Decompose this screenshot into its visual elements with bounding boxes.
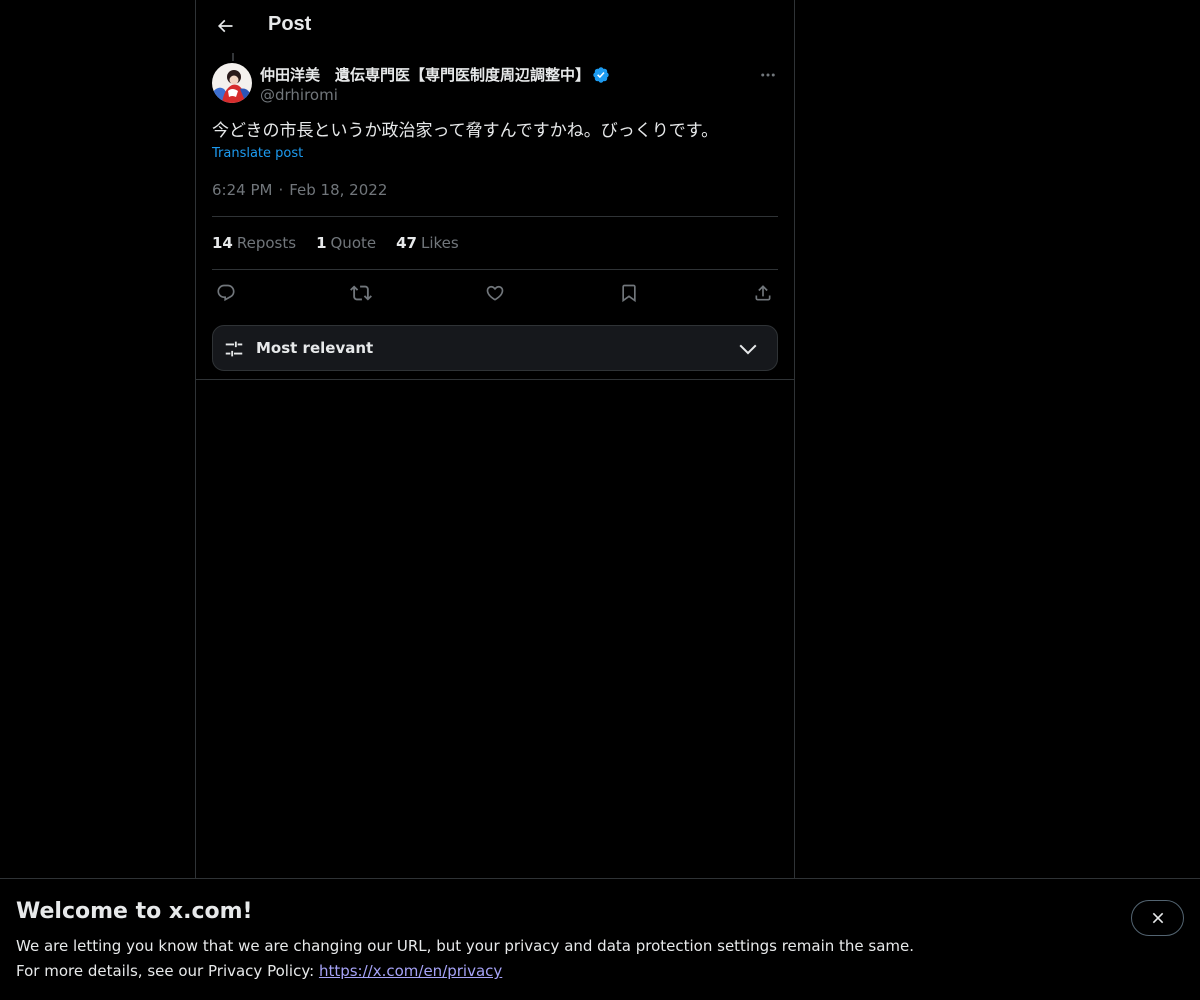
reposts-count: 14 xyxy=(212,234,233,252)
close-icon xyxy=(1152,912,1163,924)
arrow-left-icon xyxy=(217,19,233,33)
banner-message: We are letting you know that we are chan… xyxy=(16,937,915,955)
timestamp-separator: · xyxy=(278,181,284,199)
divider xyxy=(212,216,778,217)
author-name[interactable]: 仲田洋美 遺伝専門医【専門医制度周辺調整中】 xyxy=(260,64,590,85)
back-button[interactable] xyxy=(208,9,242,43)
share-button[interactable] xyxy=(749,279,777,307)
banner-close-button[interactable] xyxy=(1131,900,1184,936)
reposts-label: Reposts xyxy=(236,234,297,252)
more-options-button[interactable] xyxy=(752,62,784,88)
banner-privacy-prefix: For more details, see our Privacy Policy… xyxy=(16,962,319,980)
translate-post-link[interactable]: Translate post xyxy=(212,146,303,161)
post-text: 今どきの市長というか政治家って脅すんですかね。びっくりです。 xyxy=(212,121,719,141)
thread-connector-line xyxy=(232,53,234,61)
quotes-stat[interactable]: 1 Quote xyxy=(316,234,376,252)
divider xyxy=(212,269,778,270)
sort-label: Most relevant xyxy=(256,339,374,357)
post-timestamp: 6:24 PM · Feb 18, 2022 xyxy=(212,181,387,199)
like-icon xyxy=(486,285,504,301)
avatar-image xyxy=(212,63,252,103)
reply-button[interactable] xyxy=(212,279,240,307)
divider xyxy=(196,379,794,380)
quotes-count: 1 xyxy=(316,234,327,252)
more-horizontal-icon xyxy=(761,73,775,77)
author-avatar[interactable] xyxy=(212,63,252,103)
replies-sort-dropdown[interactable]: Most relevant xyxy=(212,325,778,371)
reposts-stat[interactable]: 14 Reposts xyxy=(212,234,296,252)
bookmark-button[interactable] xyxy=(615,279,643,307)
like-button[interactable] xyxy=(481,279,509,307)
privacy-policy-link[interactable]: https://x.com/en/privacy xyxy=(319,962,502,980)
repost-icon xyxy=(350,285,372,301)
top-bar: Post xyxy=(196,0,794,53)
post-date[interactable]: Feb 18, 2022 xyxy=(289,181,387,199)
post-actions xyxy=(212,279,778,307)
post-time[interactable]: 6:24 PM xyxy=(212,181,272,199)
post-stats: 14 Reposts 1 Quote 47 Likes xyxy=(212,234,459,252)
likes-label: Likes xyxy=(420,234,459,252)
reply-icon xyxy=(217,284,235,302)
bookmark-icon xyxy=(622,284,636,303)
sliders-icon xyxy=(225,341,243,357)
banner-title: Welcome to x.com! xyxy=(16,899,253,924)
url-change-banner: Welcome to x.com! We are letting you kno… xyxy=(0,878,1200,1000)
banner-privacy-line: For more details, see our Privacy Policy… xyxy=(16,962,502,980)
page-title: Post xyxy=(268,13,312,35)
verified-badge-icon xyxy=(593,67,609,83)
repost-button[interactable] xyxy=(347,279,375,307)
post-column: Post 仲田洋美 遺伝専門医【専門医制度周辺調整中】 @drhiromi 今ど… xyxy=(195,0,795,878)
likes-count: 47 xyxy=(396,234,417,252)
likes-stat[interactable]: 47 Likes xyxy=(396,234,459,252)
author-handle[interactable]: @drhiromi xyxy=(260,86,338,104)
share-icon xyxy=(755,285,771,301)
quotes-label: Quote xyxy=(330,234,377,252)
chevron-down-icon xyxy=(739,344,757,355)
